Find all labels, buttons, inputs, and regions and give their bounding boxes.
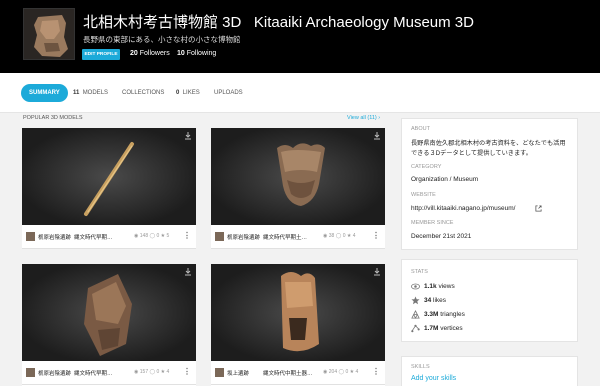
model-name[interactable]: 縄文時代早期土…	[263, 233, 321, 241]
tab-likes-label: LIKES	[182, 90, 200, 96]
author-avatar[interactable]	[215, 368, 224, 377]
views-count: 1.1k	[424, 283, 437, 290]
following-count: 10	[177, 50, 185, 57]
views-label: views	[438, 283, 455, 290]
member-since-value: December 21st 2021	[411, 233, 472, 240]
eye-icon	[411, 283, 420, 290]
vertices-count: 1.7M	[424, 325, 439, 332]
about-panel: ABOUT 長野県南佐久郡北相木村の考古資料を、どなたでも活用できる３Dデータと…	[401, 118, 578, 250]
tab-likes[interactable]: 0 LIKES	[176, 84, 200, 102]
model-stats: ◉ 148 ◯ 0 ★ 5	[134, 233, 170, 239]
followers-label: Followers	[139, 50, 170, 57]
following-label: Following	[186, 50, 217, 57]
tab-summary[interactable]: SUMMARY	[21, 84, 68, 102]
profile-tagline: 長野県の東部にある、小さな村の小さな博物館	[83, 35, 241, 44]
model-author[interactable]: 栃原岩陰遺跡	[38, 233, 71, 241]
page-title: 北相木村考古博物館 3D Kitaaiki Archaeology Museum…	[83, 11, 474, 32]
likes-label: likes	[433, 297, 447, 304]
triangles-count: 3.3M	[424, 311, 439, 318]
tab-collections-label: COLLECTIONS	[122, 90, 165, 96]
tab-uploads-label: UPLOADS	[214, 90, 243, 96]
model-card[interactable]: 栃原岩陰遺跡 縄文時代早期… ◉ 148 ◯ 0 ★ 5 ⋮	[22, 128, 196, 249]
model-card-footer: 坂上遺跡 縄文時代中期土器… ◉ 204 ◯ 0 ★ 4 ⋮	[211, 361, 385, 385]
tab-likes-count: 0	[176, 90, 180, 96]
model-card[interactable]: 坂上遺跡 縄文時代中期土器… ◉ 204 ◯ 0 ★ 4 ⋮	[211, 264, 385, 386]
author-avatar[interactable]	[215, 232, 224, 241]
model-name[interactable]: 縄文時代早期…	[74, 369, 132, 377]
download-icon[interactable]	[373, 268, 381, 276]
tab-summary-label: SUMMARY	[29, 90, 60, 96]
followers-link[interactable]: 20 Followers	[130, 50, 170, 57]
triangles-label: triangles	[440, 311, 465, 318]
model-thumbnail[interactable]	[22, 128, 196, 225]
website-label: WEBSITE	[411, 192, 436, 198]
author-avatar[interactable]	[26, 368, 35, 377]
vertices-icon	[411, 324, 420, 333]
more-options-icon[interactable]: ⋮	[183, 231, 191, 240]
model-thumbnail[interactable]	[22, 264, 196, 361]
model-stats: ◉ 38 ◯ 0 ★ 4	[323, 233, 356, 239]
model-name[interactable]: 縄文時代早期…	[74, 233, 132, 241]
tab-models-label: MODELS	[82, 90, 109, 96]
model-stats: ◉ 204 ◯ 0 ★ 4	[323, 369, 359, 375]
model-thumbnail[interactable]	[211, 264, 385, 361]
model-author[interactable]: 栃原岩陰遺跡	[38, 369, 71, 377]
vertices-label: vertices	[440, 325, 463, 332]
about-label: ABOUT	[411, 126, 430, 132]
download-icon[interactable]	[184, 268, 192, 276]
avatar[interactable]	[23, 8, 75, 60]
about-text: 長野県南佐久郡北相木村の考古資料を、どなたでも活用できる３Dデータとして提供して…	[411, 140, 566, 157]
add-skills-link[interactable]: Add your skills	[411, 375, 456, 382]
skills-label: SKILLS	[411, 364, 430, 370]
profile-tabs: SUMMARY 11 MODELS COLLECTIONS 0 LIKES UP…	[0, 73, 600, 113]
category-value[interactable]: Organization / Museum	[411, 176, 478, 183]
followers-count: 20	[130, 50, 138, 57]
profile-header: 北相木村考古博物館 3D Kitaaiki Archaeology Museum…	[0, 0, 600, 73]
title-en: Kitaaiki Archaeology Museum 3D	[253, 14, 474, 31]
edit-profile-button[interactable]: EDIT PROFILE	[82, 49, 120, 60]
website-link[interactable]: http://vill.kitaaiki.nagano.jp/museum/	[411, 205, 515, 212]
member-since-label: MEMBER SINCE	[411, 220, 454, 226]
likes-count: 34	[424, 297, 432, 304]
view-all-link[interactable]: View all (11) ›	[347, 115, 380, 121]
model-thumbnail[interactable]	[211, 128, 385, 225]
model-name[interactable]: 縄文時代中期土器…	[263, 369, 321, 377]
model-card-footer: 栃原岩陰遺跡 縄文時代早期土… ◉ 38 ◯ 0 ★ 4 ⋮	[211, 225, 385, 249]
tab-collections[interactable]: COLLECTIONS	[122, 84, 164, 102]
popular-models-heading: POPULAR 3D MODELS	[23, 115, 83, 121]
stats-panel: STATS 1.1k views 34 likes 3.3M triangles…	[401, 259, 578, 342]
model-author[interactable]: 栃原岩陰遺跡	[227, 233, 260, 241]
model-card-footer: 栃原岩陰遺跡 縄文時代早期… ◉ 157 ◯ 0 ★ 4 ⋮	[22, 361, 196, 385]
model-card[interactable]: 栃原岩陰遺跡 縄文時代早期… ◉ 157 ◯ 0 ★ 4 ⋮	[22, 264, 196, 386]
skills-panel: SKILLS Add your skills	[401, 356, 578, 386]
more-options-icon[interactable]: ⋮	[372, 367, 380, 376]
model-author[interactable]: 坂上遺跡	[227, 369, 249, 377]
stats-label: STATS	[411, 269, 428, 275]
model-stats: ◉ 157 ◯ 0 ★ 4	[134, 369, 170, 375]
tab-models[interactable]: 11 MODELS	[73, 84, 108, 102]
model-card[interactable]: 栃原岩陰遺跡 縄文時代早期土… ◉ 38 ◯ 0 ★ 4 ⋮	[211, 128, 385, 249]
category-label: CATEGORY	[411, 164, 442, 170]
more-options-icon[interactable]: ⋮	[183, 367, 191, 376]
more-options-icon[interactable]: ⋮	[372, 231, 380, 240]
model-card-footer: 栃原岩陰遺跡 縄文時代早期… ◉ 148 ◯ 0 ★ 5 ⋮	[22, 225, 196, 249]
download-icon[interactable]	[184, 132, 192, 140]
author-avatar[interactable]	[26, 232, 35, 241]
following-link[interactable]: 10 Following	[177, 50, 216, 57]
star-icon	[411, 296, 420, 305]
triangles-icon	[411, 310, 420, 319]
external-link-icon[interactable]	[535, 205, 542, 212]
tab-uploads[interactable]: UPLOADS	[214, 84, 243, 102]
download-icon[interactable]	[373, 132, 381, 140]
tab-models-count: 11	[73, 90, 80, 96]
title-ja: 北相木村考古博物館 3D	[83, 14, 242, 31]
